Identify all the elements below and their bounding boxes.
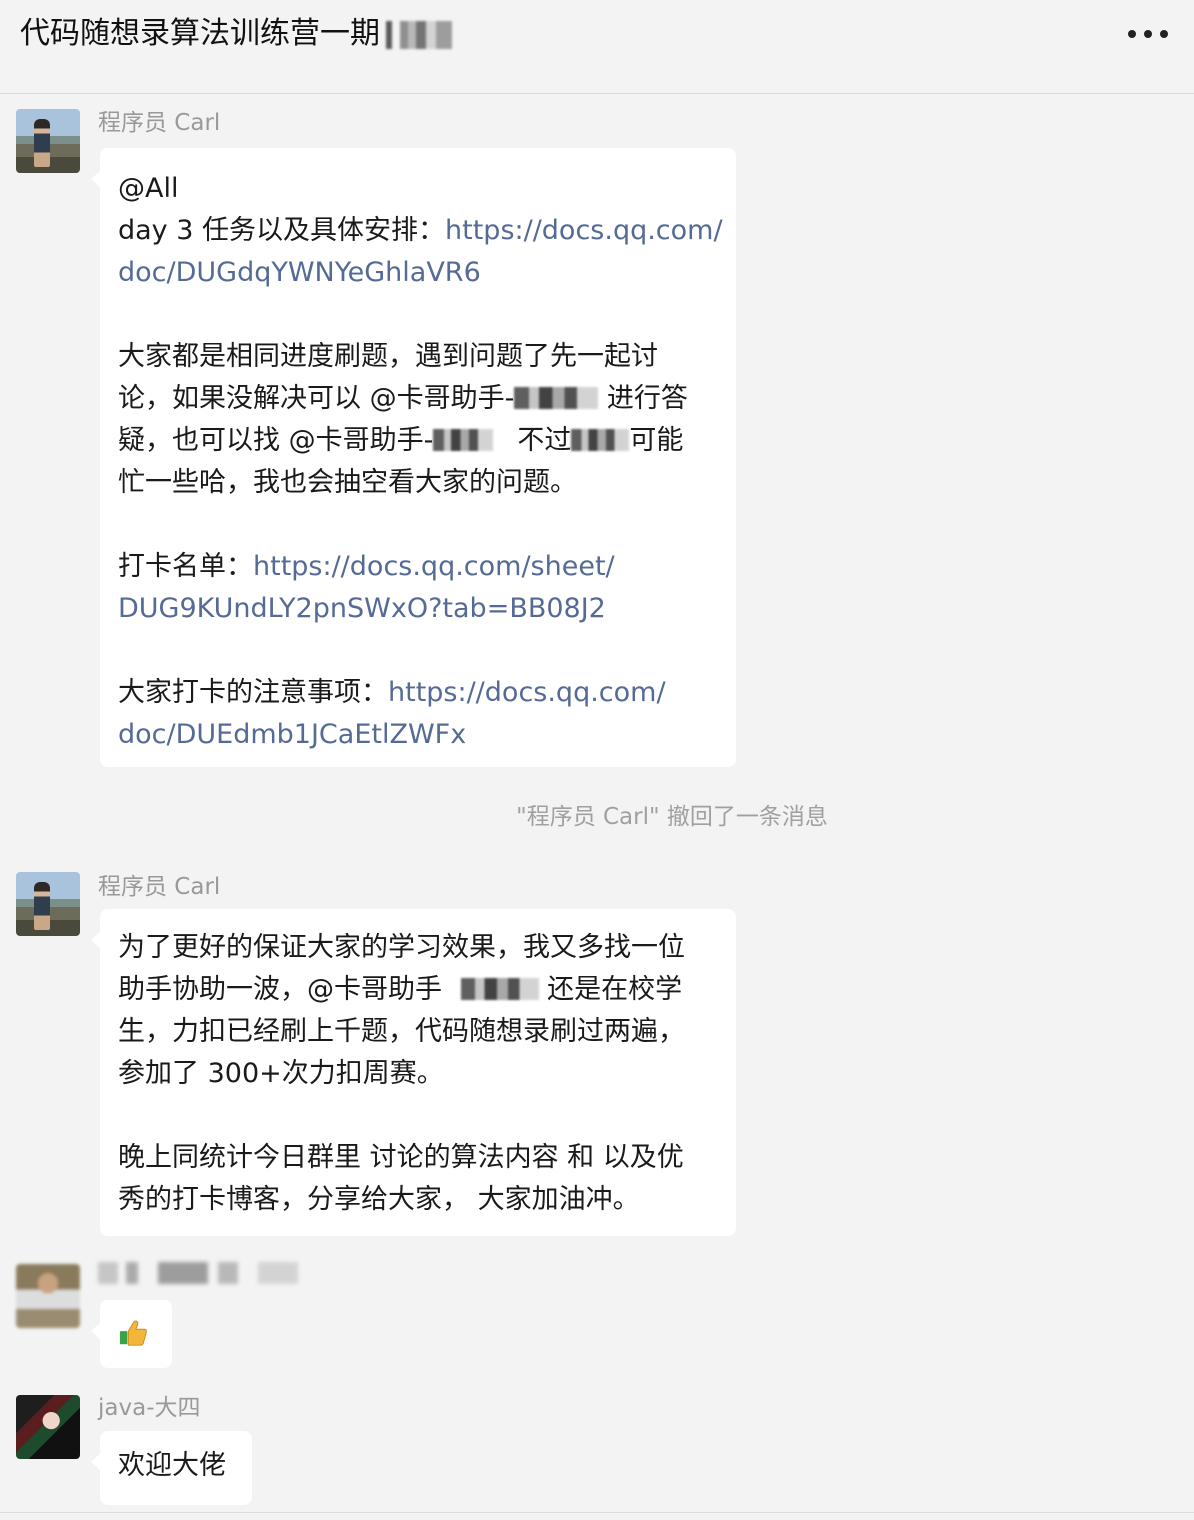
mention-all: @All	[118, 173, 179, 204]
chat-title: 代码随想录算法训练营一期	[20, 14, 452, 54]
thumbs-up-icon	[119, 1320, 147, 1346]
sender-name	[98, 1262, 298, 1292]
redacted-name	[460, 978, 539, 1000]
avatar[interactable]	[16, 109, 80, 173]
redacted-name	[433, 429, 494, 451]
message-bubble[interactable]: 欢迎大佬	[91, 1431, 252, 1505]
message-bubble[interactable]	[91, 1300, 172, 1368]
avatar[interactable]	[16, 1264, 80, 1328]
divider	[0, 1512, 1194, 1513]
sender-name: 程序员 Carl	[98, 110, 221, 136]
sender-name: java-大四	[98, 1395, 201, 1421]
redacted-name	[571, 429, 630, 451]
message-text: 欢迎大佬	[118, 1450, 226, 1481]
chat-header: 代码随想录算法训练营一期	[0, 0, 1194, 94]
redacted-title-suffix	[386, 20, 452, 49]
message-bubble[interactable]: 为了更好的保证大家的学习效果，我又多找一位 助手协助一波，@卡哥助手 还是在校学…	[91, 909, 736, 1236]
redacted-sender-name	[98, 1262, 298, 1284]
recall-notice: "程序员 Carl" 撤回了一条消息	[516, 804, 828, 830]
more-icon[interactable]	[1128, 24, 1168, 44]
link[interactable]: https://docs.qq.com/	[388, 677, 666, 708]
link[interactable]: doc/DUGdqYWNYeGhlaVR6	[118, 257, 481, 288]
sender-name: 程序员 Carl	[98, 874, 221, 900]
message-bubble[interactable]: @All day 3 任务以及具体安排：https://docs.qq.com/…	[91, 148, 736, 767]
link[interactable]: https://docs.qq.com/sheet/	[253, 551, 615, 582]
avatar[interactable]	[16, 872, 80, 936]
chat-title-text: 代码随想录算法训练营一期	[20, 16, 380, 51]
link[interactable]: DUG9KUndLY2pnSWxO?tab=BB08J2	[118, 593, 606, 624]
avatar[interactable]	[16, 1395, 80, 1459]
link[interactable]: doc/DUEdmb1JCaEtlZWFx	[118, 719, 466, 750]
redacted-name	[514, 387, 599, 409]
link[interactable]: https://docs.qq.com/	[445, 215, 723, 246]
